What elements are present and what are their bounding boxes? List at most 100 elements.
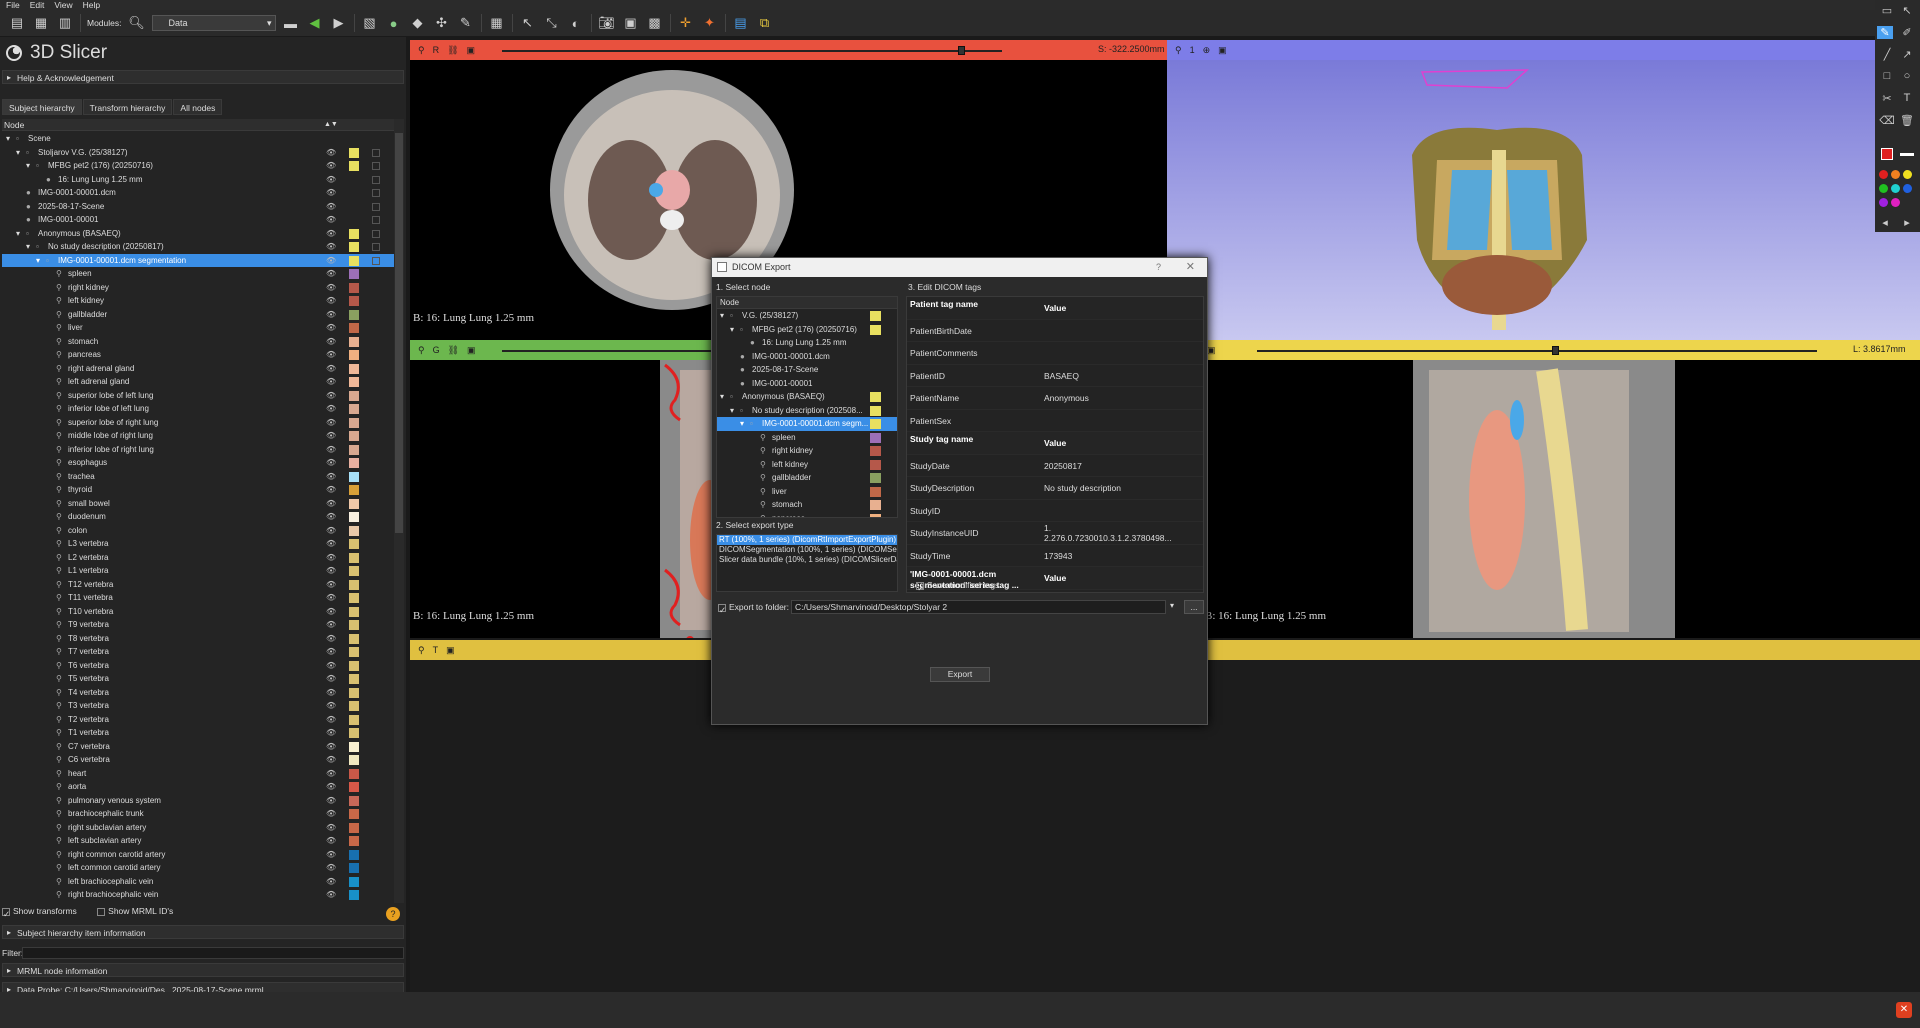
visibility-eye-icon[interactable]: 👁︎ <box>326 672 336 686</box>
error-log-icon[interactable]: ✕ <box>1896 1002 1912 1018</box>
color-swatch[interactable] <box>349 336 359 347</box>
maximize-view-icon[interactable]: ▣ <box>1207 345 1216 356</box>
tree-row[interactable]: ⚲ colon 👁︎ <box>2 524 394 538</box>
dialog-node-row[interactable]: ● IMG-0001-00001 <box>717 377 897 391</box>
tree-row[interactable]: ⚲ superior lobe of right lung 👁︎ <box>2 416 394 430</box>
visibility-eye-icon[interactable]: 👁︎ <box>326 483 336 497</box>
visibility-eye-icon[interactable]: 👁︎ <box>326 686 336 700</box>
pointer-icon[interactable]: ↖ <box>519 15 537 31</box>
expand-arrow-icon[interactable]: ▾ <box>36 254 40 268</box>
dialog-node-row[interactable]: ⚲ right kidney <box>717 444 897 458</box>
transform-box[interactable] <box>372 229 380 238</box>
visibility-eye-icon[interactable]: 👁︎ <box>326 861 336 875</box>
monitor-icon[interactable]: ▭ <box>1879 4 1895 17</box>
tree-row[interactable]: ⚲ pulmonary venous system 👁︎ <box>2 794 394 808</box>
tree-row[interactable]: ⚲ C6 vertebra 👁︎ <box>2 753 394 767</box>
visibility-eye-icon[interactable]: 👁︎ <box>326 780 336 794</box>
module-search-icon[interactable]: 🔍︎ <box>128 15 146 31</box>
visibility-eye-icon[interactable]: 👁︎ <box>326 848 336 862</box>
tree-row[interactable]: ⚲ right brachiocephalic vein 👁︎ <box>2 888 394 902</box>
module-select[interactable]: Data <box>151 15 276 31</box>
tree-row[interactable]: ⚲ left kidney 👁︎ <box>2 294 394 308</box>
visibility-eye-icon[interactable]: 👁︎ <box>326 267 336 281</box>
visibility-eye-icon[interactable]: 👁︎ <box>326 605 336 619</box>
tag-value[interactable]: BASAEQ <box>1044 365 1176 388</box>
dialog-node-row[interactable]: ▾ ▫ IMG-0001-00001.dcm segm... <box>717 417 897 431</box>
visibility-eye-icon[interactable]: 👁︎ <box>326 227 336 241</box>
tree-row[interactable]: ⚲ aorta 👁︎ <box>2 780 394 794</box>
color-swatch[interactable] <box>349 485 359 495</box>
tree-row[interactable]: ⚲ T9 vertebra 👁︎ <box>2 618 394 632</box>
visibility-eye-icon[interactable]: 👁︎ <box>326 470 336 484</box>
pin-icon[interactable]: ⚲ <box>418 45 425 56</box>
visibility-eye-icon[interactable]: 👁︎ <box>326 618 336 632</box>
visibility-eye-icon[interactable]: 👁︎ <box>326 524 336 538</box>
color-swatch[interactable] <box>349 593 359 603</box>
expand-arrow-icon[interactable]: ▾ <box>740 417 744 431</box>
visibility-eye-icon[interactable]: 👁︎ <box>326 375 336 389</box>
color-swatch[interactable] <box>349 579 359 590</box>
visibility-eye-icon[interactable]: 👁︎ <box>326 578 336 592</box>
visibility-eye-icon[interactable]: 👁︎ <box>326 362 336 376</box>
color-swatch[interactable] <box>349 539 359 549</box>
dialog-node-row[interactable]: ⚲ gallbladder <box>717 471 897 485</box>
visibility-eye-icon[interactable]: 👁︎ <box>326 753 336 767</box>
color-swatch[interactable] <box>349 606 359 617</box>
tree-row[interactable]: ⚲ T5 vertebra 👁︎ <box>2 672 394 686</box>
transform-box[interactable] <box>372 175 380 184</box>
visibility-eye-icon[interactable]: 👁︎ <box>326 497 336 511</box>
pin-icon[interactable]: ⚲ <box>418 645 425 656</box>
line-icon[interactable]: ╱ <box>1879 48 1895 61</box>
tree-row[interactable]: ⚲ T2 vertebra 👁︎ <box>2 713 394 727</box>
tree-row[interactable]: ⚲ trachea 👁︎ <box>2 470 394 484</box>
menu-file[interactable]: File <box>6 0 20 10</box>
subject-hierarchy-item-info-section[interactable]: Subject hierarchy item information <box>2 925 404 940</box>
color-swatch[interactable] <box>349 552 359 563</box>
visibility-eye-icon[interactable]: 👁︎ <box>326 659 336 673</box>
tag-value[interactable]: 173943 <box>1044 545 1176 568</box>
tab-transform-hierarchy[interactable]: Transform hierarchy <box>82 99 173 115</box>
visibility-eye-icon[interactable]: 👁︎ <box>326 456 336 470</box>
collapse-right-icon[interactable]: ▸ <box>1899 216 1915 229</box>
color-swatch[interactable] <box>349 255 359 266</box>
tab-all-nodes[interactable]: All nodes <box>173 99 223 115</box>
trash-icon[interactable]: 🗑︎ <box>1899 114 1915 127</box>
tree-row[interactable]: ⚲ stomach 👁︎ <box>2 335 394 349</box>
color-swatch[interactable] <box>349 161 359 171</box>
dicom-icon[interactable]: ▦ <box>32 15 50 31</box>
tree-row[interactable]: ⚲ duodenum 👁︎ <box>2 510 394 524</box>
visibility-eye-icon[interactable]: 👁︎ <box>326 213 336 227</box>
3d-view[interactable] <box>1167 60 1920 340</box>
dialog-node-row[interactable]: ⚲ liver <box>717 485 897 499</box>
transform-box[interactable] <box>372 162 380 170</box>
crosshair-mode-icon[interactable]: ⤡ <box>543 15 561 31</box>
tree-row[interactable]: ⚲ brachiocephalic trunk 👁︎ <box>2 807 394 821</box>
pin-icon[interactable]: ⚲ <box>418 345 425 356</box>
transform-box[interactable] <box>372 202 380 211</box>
export-type-item[interactable]: DICOMSegmentation (100%, 1 series) (DICO… <box>717 545 897 555</box>
collapse-left-icon[interactable]: ◂ <box>1877 216 1893 229</box>
folder-dropdown-icon[interactable]: ▾ <box>1170 601 1174 610</box>
color-swatch[interactable] <box>349 849 359 860</box>
color-swatch[interactable] <box>349 620 359 630</box>
scene-view-icon[interactable]: ▣ <box>622 15 640 31</box>
color-swatch[interactable] <box>349 795 359 806</box>
expand-arrow-icon[interactable]: ▾ <box>730 404 734 418</box>
tree-row[interactable]: ⚲ T11 vertebra 👁︎ <box>2 591 394 605</box>
dialog-node-row[interactable]: ⚲ pancreas <box>717 512 897 517</box>
tree-row[interactable]: ⚲ left brachiocephalic vein 👁︎ <box>2 875 394 889</box>
visibility-eye-icon[interactable]: 👁︎ <box>326 726 336 740</box>
tree-row[interactable]: ⚲ right kidney 👁︎ <box>2 281 394 295</box>
menu-help[interactable]: Help <box>83 0 100 10</box>
palette-color-red[interactable] <box>1879 170 1888 179</box>
tree-row[interactable]: ⚲ left subclavian artery 👁︎ <box>2 834 394 848</box>
visibility-eye-icon[interactable]: 👁︎ <box>326 308 336 322</box>
visibility-eye-icon[interactable]: 👁︎ <box>326 794 336 808</box>
color-swatch[interactable] <box>349 512 359 522</box>
tree-row[interactable]: ● IMG-0001-00001.dcm 👁︎ <box>2 186 394 200</box>
maximize-view-icon[interactable]: ▣ <box>467 45 476 56</box>
cursor-icon[interactable]: ↖ <box>1899 4 1915 17</box>
color-swatch[interactable] <box>349 782 359 792</box>
visibility-eye-icon[interactable]: 👁︎ <box>326 699 336 713</box>
browse-folder-button[interactable]: ... <box>1184 600 1204 614</box>
